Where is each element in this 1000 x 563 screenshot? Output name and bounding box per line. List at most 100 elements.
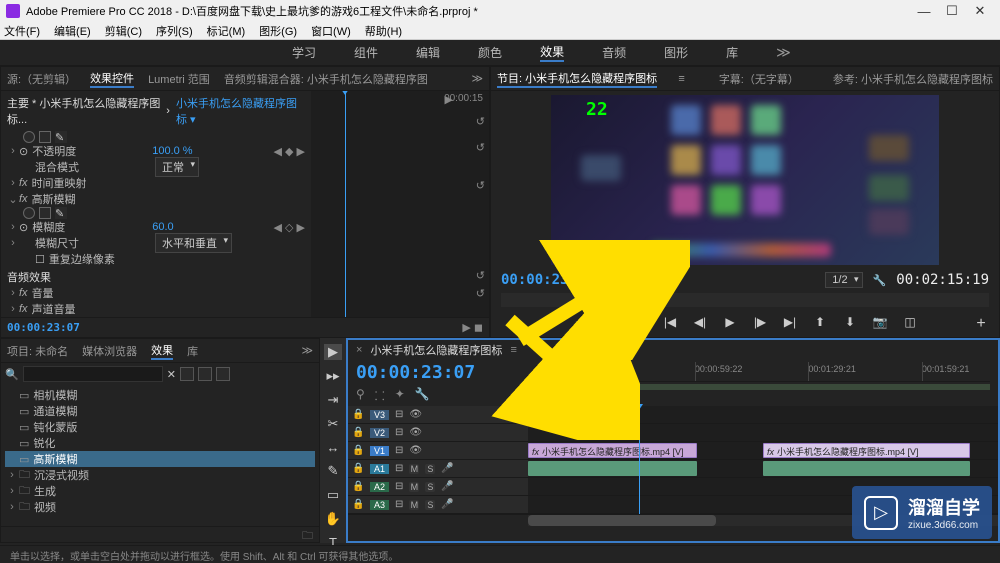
tab-effects[interactable]: 效果 xyxy=(151,342,173,360)
timeline-ruler-area[interactable]: 00:00:29:23 00:00:59:22 00:01:29:21 00:0… xyxy=(536,362,990,404)
menu-marker[interactable]: 标记(M) xyxy=(207,23,246,39)
go-to-out-button[interactable]: ▶| xyxy=(782,315,798,331)
selection-tool[interactable]: ▶ xyxy=(324,344,342,360)
tab-project[interactable]: 项目: 未命名 xyxy=(7,343,68,359)
step-forward-button[interactable]: |▶ xyxy=(752,315,768,331)
effect-folder[interactable]: 生成 xyxy=(34,483,56,499)
panel-menu-icon[interactable]: ≫ xyxy=(471,72,483,85)
settings-icon[interactable]: 🔧 xyxy=(415,387,430,404)
workspace-audio[interactable]: 音频 xyxy=(602,44,626,61)
step-back-button[interactable]: ◀| xyxy=(692,315,708,331)
repeat-edge-checkbox[interactable]: 重复边缘像素 xyxy=(49,251,115,267)
audio-clip[interactable] xyxy=(763,461,970,476)
effect-item[interactable]: 锐化 xyxy=(33,435,55,451)
reset-icon[interactable]: ↺ xyxy=(476,287,485,300)
video-clip[interactable]: fx小米手机怎么隐藏程序图标.mp4 [V] xyxy=(528,443,697,458)
razor-tool[interactable]: ✂ xyxy=(324,416,342,432)
tab-effect-controls[interactable]: 效果控件 xyxy=(90,70,134,88)
comparison-view-button[interactable]: ◫ xyxy=(902,315,918,331)
effect-folder[interactable]: 沉浸式视频 xyxy=(34,467,89,483)
ellipse-mask-icon[interactable] xyxy=(23,131,35,143)
tab-reference[interactable]: 参考: 小米手机怎么隐藏程序图标 xyxy=(833,71,993,87)
effect-item[interactable]: 相机模糊 xyxy=(33,387,77,403)
reset-icon[interactable]: ↺ xyxy=(476,269,485,282)
audio-clip[interactable] xyxy=(528,461,697,476)
workspace-color[interactable]: 颜色 xyxy=(478,44,502,61)
effect-timeline[interactable]: 00:00:15 ▶ ↺ ↺ ↺ ↺ ↺ xyxy=(311,91,489,317)
program-preview[interactable]: 22 xyxy=(551,95,939,265)
workspace-learn[interactable]: 学习 xyxy=(292,44,316,61)
sequence-name[interactable]: 小米手机怎么隐藏程序图标 xyxy=(370,342,502,358)
rectangle-tool[interactable]: ▭ xyxy=(324,487,342,503)
time-remap-label[interactable]: 时间重映射 xyxy=(32,175,87,191)
pen-tool[interactable]: ✎ xyxy=(324,463,342,479)
blur-dimensions-dropdown[interactable]: 水平和垂直 xyxy=(155,233,232,253)
tab-lumetri-scopes[interactable]: Lumetri 范围 xyxy=(148,71,210,87)
timeline-timecode[interactable]: 00:00:23:07 xyxy=(356,362,536,383)
active-clip-name[interactable]: 小米手机怎么隐藏程序图标 ▾ xyxy=(176,95,305,127)
hand-tool[interactable]: ✋ xyxy=(324,511,342,527)
opacity-label[interactable]: 不透明度 xyxy=(32,143,152,159)
export-frame-button[interactable]: 📷 xyxy=(872,315,888,331)
workspace-overflow-icon[interactable]: ≫ xyxy=(776,44,796,61)
add-marker-button[interactable]: ✦ xyxy=(572,315,588,331)
menu-sequence[interactable]: 序列(S) xyxy=(156,23,193,39)
program-ruler[interactable] xyxy=(501,293,989,307)
snap-icon[interactable]: ⚲ xyxy=(356,387,365,404)
mark-out-button[interactable]: } xyxy=(632,315,648,331)
settings-icon[interactable]: 🔧 xyxy=(873,274,887,287)
menu-edit[interactable]: 编辑(E) xyxy=(54,23,91,39)
clear-search-icon[interactable]: ✕ xyxy=(167,368,176,381)
marker-icon[interactable]: ✦ xyxy=(395,387,405,404)
volume-label[interactable]: 音量 xyxy=(32,285,54,301)
tab-audio-mixer[interactable]: 音频剪辑混合器: 小米手机怎么隐藏程序图 xyxy=(224,71,428,87)
track-select-tool[interactable]: ▸▸ xyxy=(324,368,342,384)
pen-mask-icon[interactable]: ✎ xyxy=(55,131,67,143)
go-to-in-button[interactable]: |◀ xyxy=(662,315,678,331)
effect-item[interactable]: 通道模糊 xyxy=(33,403,77,419)
tab-media-browser[interactable]: 媒体浏览器 xyxy=(82,343,137,359)
channel-volume-label[interactable]: 声道音量 xyxy=(32,301,76,317)
panel-overflow-icon[interactable]: ≫ xyxy=(301,344,313,357)
tab-captions[interactable]: 字幕:（无字幕） xyxy=(719,71,799,87)
ripple-edit-tool[interactable]: ⇥ xyxy=(324,392,342,408)
minimize-button[interactable]: — xyxy=(910,4,938,19)
workspace-graphics[interactable]: 图形 xyxy=(664,44,688,61)
reset-icon[interactable]: ↺ xyxy=(476,179,485,192)
extract-button[interactable]: ⬇ xyxy=(842,315,858,331)
fit-dropdown[interactable]: 适合 xyxy=(604,270,648,290)
effect-item[interactable]: 钝化蒙版 xyxy=(33,419,77,435)
slip-tool[interactable]: ↔ xyxy=(324,440,342,455)
workspace-assembly[interactable]: 组件 xyxy=(354,44,378,61)
filter-yuv-icon[interactable] xyxy=(216,367,230,381)
gaussian-blur-label[interactable]: 高斯模糊 xyxy=(32,191,76,207)
close-button[interactable]: ✕ xyxy=(966,3,994,19)
filter-32bit-icon[interactable] xyxy=(198,367,212,381)
ellipse-mask-icon[interactable] xyxy=(23,207,35,219)
lift-button[interactable]: ⬆ xyxy=(812,315,828,331)
mark-in-button[interactable]: { xyxy=(602,315,618,331)
blurriness-label[interactable]: 模糊度 xyxy=(32,219,152,235)
new-bin-icon[interactable]: 🗀 xyxy=(302,530,313,542)
blurriness-value[interactable]: 60.0 xyxy=(152,221,232,233)
effects-search-input[interactable] xyxy=(23,366,163,382)
tab-libraries[interactable]: 库 xyxy=(187,343,198,359)
button-editor-icon[interactable]: + xyxy=(973,315,989,331)
opacity-value[interactable]: 100.0 % xyxy=(152,145,232,157)
maximize-button[interactable]: ☐ xyxy=(938,3,966,19)
effect-item-gaussian-blur[interactable]: 高斯模糊 xyxy=(33,451,77,467)
tab-program[interactable]: 节目: 小米手机怎么隐藏程序图标 xyxy=(497,70,657,88)
program-timecode-left[interactable]: 00:00:23:07 xyxy=(501,272,594,288)
resolution-dropdown[interactable]: 1/2 xyxy=(825,272,862,288)
blend-mode-dropdown[interactable]: 正常 xyxy=(155,157,199,177)
pen-mask-icon[interactable]: ✎ xyxy=(55,207,67,219)
workspace-libraries[interactable]: 库 xyxy=(726,44,738,61)
menu-help[interactable]: 帮助(H) xyxy=(365,23,402,39)
menu-clip[interactable]: 剪辑(C) xyxy=(105,23,142,39)
effect-folder[interactable]: 视频 xyxy=(34,499,56,515)
filter-accelerated-icon[interactable] xyxy=(180,367,194,381)
play-button[interactable]: ▶ xyxy=(722,315,738,331)
workspace-editing[interactable]: 编辑 xyxy=(416,44,440,61)
effect-timecode[interactable]: 00:00:23:07 xyxy=(7,321,80,334)
workspace-effects[interactable]: 效果 xyxy=(540,43,564,62)
